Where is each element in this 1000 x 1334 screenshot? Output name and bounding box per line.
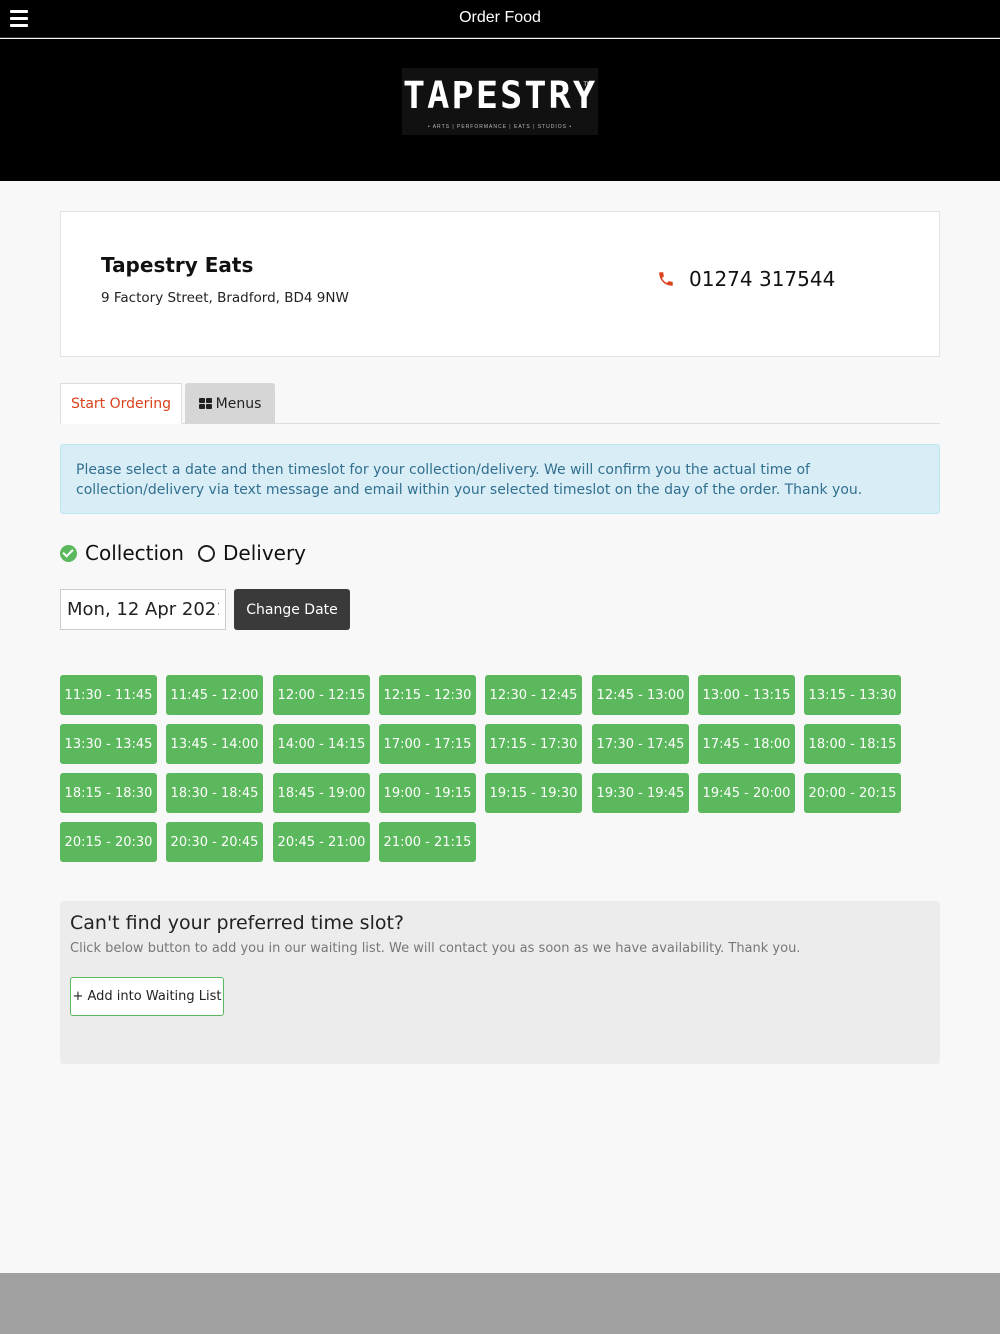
radio-label: Collection xyxy=(85,541,184,565)
timeslot-button[interactable]: 19:45 - 20:00 xyxy=(698,773,795,813)
timeslot-button[interactable]: 13:00 - 13:15 xyxy=(698,675,795,715)
tapestry-logo: TAPESTRY TM • ARTS | PERFORMANCE | EATS … xyxy=(402,68,598,135)
timeslot-button[interactable]: 17:45 - 18:00 xyxy=(698,724,795,764)
timeslot-button[interactable]: 13:30 - 13:45 xyxy=(60,724,157,764)
change-date-button[interactable]: Change Date xyxy=(234,589,350,630)
order-tabs: Start Ordering Menus xyxy=(60,383,940,424)
timeslot-button[interactable]: 21:00 - 21:15 xyxy=(379,822,476,862)
timeslot-button[interactable]: 20:15 - 20:30 xyxy=(60,822,157,862)
phone-number[interactable]: 01274 317544 xyxy=(689,267,835,291)
timeslot-button[interactable]: 18:15 - 18:30 xyxy=(60,773,157,813)
timeslot-button[interactable]: 12:00 - 12:15 xyxy=(273,675,370,715)
radio-collection[interactable]: Collection xyxy=(60,541,184,565)
logo-text: TAPESTRY xyxy=(402,74,598,117)
brand-banner: TAPESTRY TM • ARTS | PERFORMANCE | EATS … xyxy=(0,39,1000,181)
tab-start-ordering[interactable]: Start Ordering xyxy=(60,383,182,424)
tab-menus[interactable]: Menus xyxy=(185,383,275,424)
timeslot-button[interactable]: 12:15 - 12:30 xyxy=(379,675,476,715)
timeslot-button[interactable]: 13:15 - 13:30 xyxy=(804,675,901,715)
logo-trademark: TM xyxy=(583,82,592,88)
restaurant-info-card: Tapestry Eats 9 Factory Street, Bradford… xyxy=(60,211,940,357)
empty-circle-icon xyxy=(198,544,215,562)
timeslot-button[interactable]: 19:15 - 19:30 xyxy=(485,773,582,813)
waiting-list-panel: Can't find your preferred time slot? Cli… xyxy=(60,901,940,1064)
timeslot-button[interactable]: 20:30 - 20:45 xyxy=(166,822,263,862)
footer xyxy=(0,1273,1000,1334)
timeslot-button[interactable]: 11:30 - 11:45 xyxy=(60,675,157,715)
timeslot-button[interactable]: 20:45 - 21:00 xyxy=(273,822,370,862)
timeslot-button[interactable]: 11:45 - 12:00 xyxy=(166,675,263,715)
timeslot-button[interactable]: 17:15 - 17:30 xyxy=(485,724,582,764)
timeslot-button[interactable]: 18:00 - 18:15 xyxy=(804,724,901,764)
restaurant-address: 9 Factory Street, Bradford, BD4 9NW xyxy=(101,290,349,306)
grid-icon xyxy=(198,397,212,410)
timeslot-button[interactable]: 19:30 - 19:45 xyxy=(592,773,689,813)
waiting-list-text: Click below button to add you in our wai… xyxy=(70,941,801,956)
page-title: Order Food xyxy=(459,9,541,26)
tab-label: Menus xyxy=(215,395,262,412)
tab-label: Start Ordering xyxy=(70,395,172,412)
timeslot-button[interactable]: 12:45 - 13:00 xyxy=(592,675,689,715)
logo-subtitle: • ARTS | PERFORMANCE | EATS | STUDIOS • xyxy=(427,124,573,130)
check-circle-icon xyxy=(60,544,77,562)
timeslot-button[interactable]: 13:45 - 14:00 xyxy=(166,724,263,764)
timeslot-button[interactable]: 17:00 - 17:15 xyxy=(379,724,476,764)
timeslot-button[interactable]: 18:45 - 19:00 xyxy=(273,773,370,813)
timeslot-button[interactable]: 19:00 - 19:15 xyxy=(379,773,476,813)
timeslot-button[interactable]: 18:30 - 18:45 xyxy=(166,773,263,813)
waiting-list-title: Can't find your preferred time slot? xyxy=(70,912,405,934)
phone-icon xyxy=(659,272,673,286)
date-field[interactable] xyxy=(60,589,226,630)
add-waiting-list-button[interactable]: + Add into Waiting List xyxy=(70,977,224,1016)
timeslot-button[interactable]: 12:30 - 12:45 xyxy=(485,675,582,715)
timeslot-button[interactable]: 14:00 - 14:15 xyxy=(273,724,370,764)
restaurant-name: Tapestry Eats xyxy=(101,253,254,277)
top-bar: Order Food xyxy=(0,0,1000,38)
radio-label: Delivery xyxy=(223,541,307,565)
timeslot-notice: Please select a date and then timeslot f… xyxy=(60,444,940,514)
timeslot-button[interactable]: 17:30 - 17:45 xyxy=(592,724,689,764)
timeslot-button[interactable]: 20:00 - 20:15 xyxy=(804,773,901,813)
radio-delivery[interactable]: Delivery xyxy=(198,541,306,565)
